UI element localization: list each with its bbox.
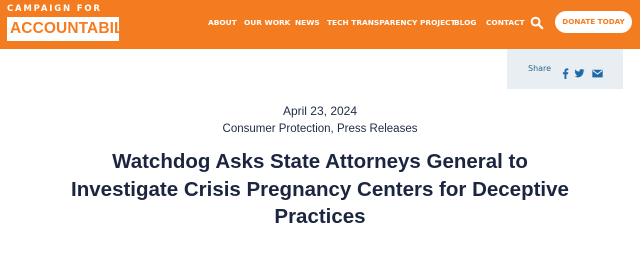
category-link-consumer-protection[interactable]: Consumer Protection bbox=[223, 123, 331, 135]
logo-main-line: ACCOUNTABILITY bbox=[10, 20, 149, 37]
email-icon[interactable] bbox=[592, 64, 603, 78]
article-title: Watchdog Asks State Attorneys General to… bbox=[71, 150, 569, 228]
article-categories: Consumer Protection, Press Releases bbox=[0, 121, 640, 137]
nav-item-our-work[interactable]: OUR WORK bbox=[244, 17, 290, 29]
nav-item-news[interactable]: NEWS bbox=[295, 17, 320, 29]
nav-item-blog[interactable]: BLOG bbox=[454, 17, 476, 29]
nav-item-about[interactable]: ABOUT bbox=[208, 17, 237, 29]
search-icon[interactable] bbox=[530, 15, 544, 30]
logo-wordmark-box: ACCOUNTABILITY bbox=[7, 17, 148, 41]
donate-button[interactable]: DONATE TODAY bbox=[555, 11, 632, 33]
article-date: April 23, 2024 bbox=[282, 104, 358, 118]
share-label: Share bbox=[528, 64, 552, 73]
logo-top-line: CAMPAIGN FOR bbox=[7, 4, 102, 14]
nav-item-contact[interactable]: CONTACT bbox=[486, 17, 525, 29]
twitter-icon[interactable] bbox=[574, 64, 585, 78]
share-bar: Share bbox=[507, 49, 623, 89]
nav-item-tech-transparency-project[interactable]: TECH TRANSPARENCY PROJECT bbox=[327, 17, 456, 29]
facebook-icon[interactable] bbox=[560, 64, 571, 79]
site-logo[interactable]: CAMPAIGN FOR ACCOUNTABILITY bbox=[7, 4, 148, 41]
category-link-press-releases[interactable]: Press Releases bbox=[337, 123, 418, 135]
site-header: CAMPAIGN FOR ACCOUNTABILITY ABOUT OUR WO… bbox=[0, 0, 640, 49]
